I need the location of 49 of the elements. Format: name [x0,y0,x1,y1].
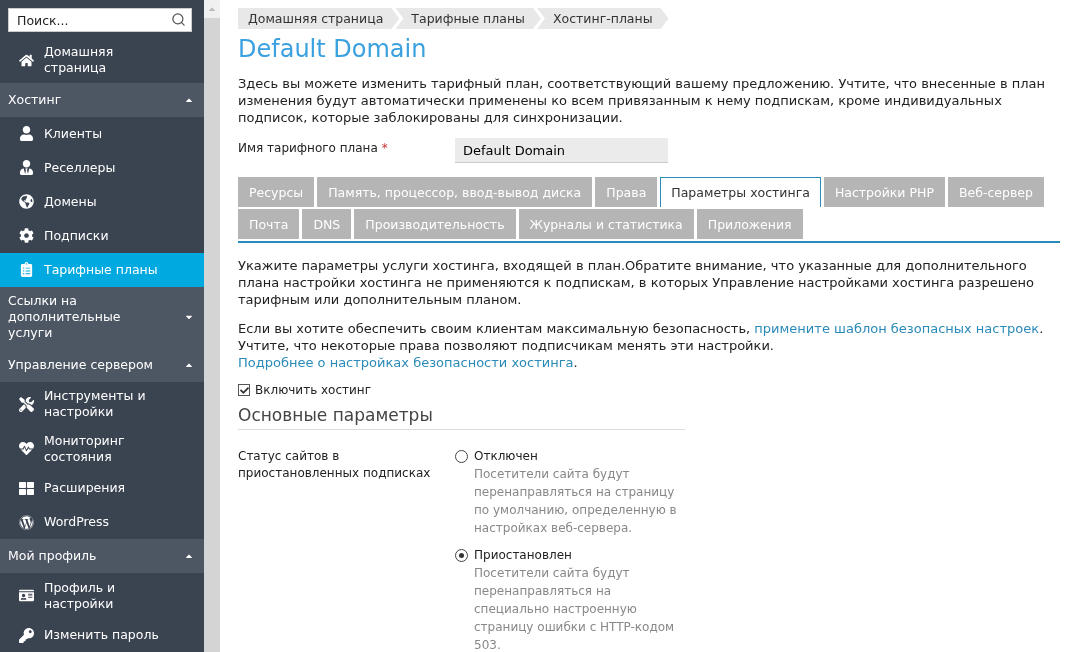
sidebar-item[interactable]: Изменить пароль [0,618,204,652]
key-icon [18,627,34,644]
globe-icon [18,193,34,210]
description-text: Если вы хотите обеспечить своим клиентам максимальную безопасность, примените шаблон безопасных настроек. Учтите, что некоторые права позволяют подписчикам менять эти настройки. Подробнее о настройках безопасности хостинга. [238,320,1045,371]
tools-icon [18,396,34,413]
breadcrumb[interactable]: Домашняя страница [238,8,400,29]
gear-icon [18,227,34,244]
sidebar-group[interactable]: Мой профиль [0,539,204,574]
scrollbar[interactable] [204,0,220,652]
search-icon [171,12,186,27]
sidebar-item[interactable]: Расширения [0,471,204,506]
sidebar-item[interactable]: Мониторинг состояния [0,426,204,472]
sidebar-item[interactable]: WordPress [0,505,204,540]
tab[interactable]: Параметры хостинга [660,177,821,207]
sidebar-item[interactable]: Домены [0,184,204,219]
option-hint: Посетители сайта будут перенаправляться на страницу по умолчанию, определенную в настройках веб-сервера. [473,466,678,537]
field-label: Статус сайтов в приостановленных подписках [238,448,432,482]
checkbox[interactable] [238,384,250,396]
sidebar-item[interactable]: Профиль и настройки [0,573,204,619]
checkbox-label: Включить хостинг [255,383,371,397]
person-tie-icon [18,159,34,176]
sidebar-group[interactable]: Ссылки на дополнительные услуги [0,286,204,348]
sidebar-item[interactable]: Домашняя страница [0,38,204,83]
breadcrumb[interactable]: Хостинг-планы [536,8,669,29]
wordpress-icon [18,514,34,531]
intro-text: Здесь вы можете изменить тарифный план, соответствующий вашему предложению. Учтите, что внесенные в план изменения будут автоматически применены ко всем привязанным к нему подпискам, кроме индивидуальных подписок, которые заблокированы для синхронизации. [238,75,1046,126]
help-link[interactable]: Подробнее о настройках безопасности хостинга [238,355,574,370]
description-text: Укажите параметры услуги хостинга, входящей в план.Обратите внимание, что указанные для дополнительного плана настройки хостинга не применяются к подпискам, в которых Управление настройками хостинга разрешено тарифным или дополнительным планом. [238,257,1036,308]
id-card-icon [18,587,34,604]
person-icon [18,125,34,142]
option-hint: Посетители сайта будут перенаправляться на специально настроенную страницу ошибки с HTTP-кодом 503. [473,565,676,652]
sidebar-item[interactable]: Подписки [0,218,204,253]
section-heading: Основные параметры [238,405,685,430]
house-icon [18,52,34,69]
blocks-icon [18,480,34,497]
breadcrumb[interactable]: Тарифные планы [395,8,541,29]
sidebar-group[interactable]: Управление сервером [0,347,204,382]
plan-name-field[interactable]: Default Domain [455,138,668,163]
sidebar-item[interactable]: Клиенты [0,116,204,151]
radio-label: Отключен [474,448,538,465]
radio-label: Приостановлен [474,547,572,564]
sidebar-item[interactable]: Инструменты и настройки [0,381,204,427]
sidebar-item[interactable]: Реселлеры [0,150,204,185]
page-title: Default Domain [238,35,428,63]
search-field[interactable]: Поиск... [8,8,192,32]
heartbeat-icon [18,440,34,457]
sidebar-group[interactable]: Хостинг [0,82,204,117]
field-label: Имя тарифного плана * [238,140,389,157]
clipboard-icon [18,261,34,278]
